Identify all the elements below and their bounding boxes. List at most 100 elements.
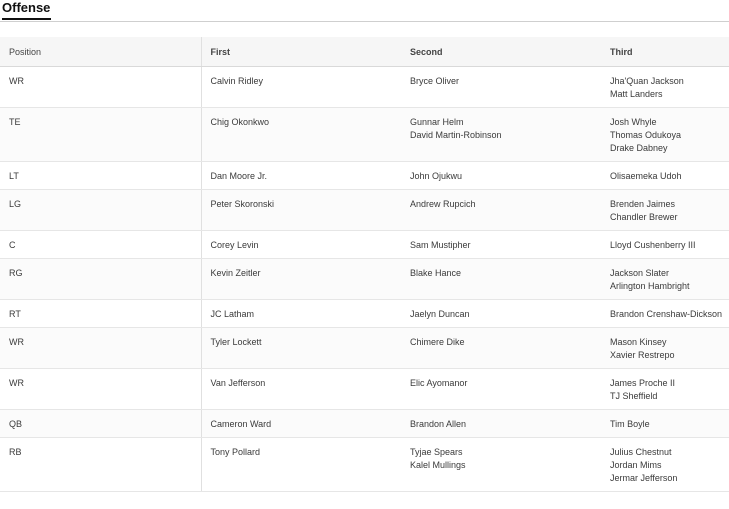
player-name: James Proche II [610, 378, 676, 388]
player-name: Chimere Dike [410, 337, 465, 347]
player-name: Julius Chestnut [610, 447, 672, 457]
third-string-cell: Josh Whyle Thomas Odukoya Drake Dabney [601, 107, 729, 162]
column-header-first: First [201, 37, 401, 67]
player-name: Chandler Brewer [610, 212, 678, 222]
table-row: WR Van Jefferson Elic Ayomanor James Proche… [0, 368, 729, 410]
table-row: LG Peter Skoronski Andrew Rupcich Brenden J… [0, 189, 729, 231]
position-cell: QB [0, 409, 202, 438]
column-header-second: Second [401, 37, 601, 67]
first-string-cell: Cameron Ward [201, 409, 401, 438]
third-string-cell: Jackson Slater Arlington Hambright [601, 258, 729, 300]
player-name: Brenden Jaimes [610, 199, 676, 209]
section-header: Offense [0, 0, 729, 22]
player-name: Josh Whyle [610, 117, 657, 127]
first-string-cell: Peter Skoronski [201, 189, 401, 231]
position-cell: TE [0, 107, 202, 162]
third-string-cell: Brenden Jaimes Chandler Brewer [601, 189, 729, 231]
player-name: Blake Hance [410, 268, 462, 278]
player-name: Arlington Hambright [610, 281, 690, 291]
player-name: Xavier Restrepo [610, 350, 675, 360]
player-name: Elic Ayomanor [410, 378, 468, 388]
position-cell: WR [0, 66, 202, 108]
player-name: Calvin Ridley [210, 76, 264, 86]
third-string-cell: Lloyd Cushenberry III [601, 230, 729, 259]
first-string-cell: Corey Levin [201, 230, 401, 259]
table-header-row: Position First Second Third [0, 37, 729, 67]
table-row: C Corey Levin Sam Mustipher Lloyd Cushenber… [0, 230, 729, 259]
second-string-cell: Brandon Allen [401, 409, 601, 438]
position-cell: RG [0, 258, 202, 300]
player-name: Chig Okonkwo [210, 117, 270, 127]
player-name: Drake Dabney [610, 143, 668, 153]
player-name: Tyjae Spears [410, 447, 463, 457]
second-string-cell: Elic Ayomanor [401, 368, 601, 410]
player-name: Bryce Oliver [410, 76, 460, 86]
player-name: Mason Kinsey [610, 337, 667, 347]
table-row: WR Tyler Lockett Chimere Dike Mason Kinsey X… [0, 327, 729, 369]
third-string-cell: Brandon Crenshaw-Dickson [601, 299, 729, 328]
player-name: Van Jefferson [210, 378, 266, 388]
third-string-cell: Julius Chestnut Jordan Mims Jermar Jeffers… [601, 437, 729, 492]
player-name: John Ojukwu [410, 171, 463, 181]
player-name: Peter Skoronski [210, 199, 275, 209]
player-name: Jermar Jefferson [610, 473, 678, 483]
section-title: Offense [2, 0, 52, 20]
first-string-cell: Kevin Zeitler [201, 258, 401, 300]
position-cell: LT [0, 161, 202, 190]
table-row: WR Calvin Ridley Bryce Oliver Jha'Quan Jack… [0, 66, 729, 108]
player-name: Jaelyn Duncan [410, 309, 470, 319]
second-string-cell: Bryce Oliver [401, 66, 601, 108]
column-header-third: Third [601, 37, 729, 67]
player-name: Jackson Slater [610, 268, 670, 278]
player-name: Matt Landers [610, 89, 663, 99]
player-name: Kalel Mullings [410, 460, 466, 470]
depth-chart-table: Position First Second Third WR Calvin Rid… [0, 37, 729, 492]
third-string-cell: Mason Kinsey Xavier Restrepo [601, 327, 729, 369]
table-row: QB Cameron Ward Brandon Allen Tim Boyle [0, 409, 729, 438]
second-string-cell: John Ojukwu [401, 161, 601, 190]
position-cell: LG [0, 189, 202, 231]
second-string-cell: Sam Mustipher [401, 230, 601, 259]
player-name: Brandon Allen [410, 419, 467, 429]
second-string-cell: Andrew Rupcich [401, 189, 601, 231]
player-name: Cameron Ward [210, 419, 272, 429]
position-cell: WR [0, 327, 202, 369]
player-name: David Martin-Robinson [410, 130, 502, 140]
table-row: LT Dan Moore Jr. John Ojukwu Olisaemeka Udo… [0, 161, 729, 190]
second-string-cell: Gunnar Helm David Martin-Robinson [401, 107, 601, 162]
first-string-cell: JC Latham [201, 299, 401, 328]
table-row: RB Tony Pollard Tyjae Spears Kalel Mullings… [0, 437, 729, 492]
player-name: Gunnar Helm [410, 117, 464, 127]
player-name: Kevin Zeitler [210, 268, 261, 278]
player-name: JC Latham [210, 309, 255, 319]
third-string-cell: James Proche II TJ Sheffield [601, 368, 729, 410]
first-string-cell: Van Jefferson [201, 368, 401, 410]
table-row: RT JC Latham Jaelyn Duncan Brandon Crenshaw… [0, 299, 729, 328]
position-cell: WR [0, 368, 202, 410]
position-cell: C [0, 230, 202, 259]
player-name: Thomas Odukoya [610, 130, 682, 140]
third-string-cell: Tim Boyle [601, 409, 729, 438]
second-string-cell: Blake Hance [401, 258, 601, 300]
player-name: Lloyd Cushenberry III [610, 240, 696, 250]
table-body: WR Calvin Ridley Bryce Oliver Jha'Quan Jack… [0, 66, 729, 492]
player-name: Dan Moore Jr. [210, 171, 268, 181]
second-string-cell: Tyjae Spears Kalel Mullings [401, 437, 601, 492]
column-header-position: Position [0, 37, 202, 67]
first-string-cell: Chig Okonkwo [201, 107, 401, 162]
player-name: Jha'Quan Jackson [610, 76, 684, 86]
player-name: Jordan Mims [610, 460, 662, 470]
player-name: Brandon Crenshaw-Dickson [610, 309, 723, 319]
first-string-cell: Tyler Lockett [201, 327, 401, 369]
player-name: TJ Sheffield [610, 391, 658, 401]
second-string-cell: Jaelyn Duncan [401, 299, 601, 328]
table-row: RG Kevin Zeitler Blake Hance Jackson Slater… [0, 258, 729, 300]
position-cell: RB [0, 437, 202, 492]
first-string-cell: Dan Moore Jr. [201, 161, 401, 190]
player-name: Olisaemeka Udoh [610, 171, 682, 181]
player-name: Tyler Lockett [210, 337, 262, 347]
player-name: Tony Pollard [210, 447, 261, 457]
player-name: Corey Levin [210, 240, 259, 250]
third-string-cell: Olisaemeka Udoh [601, 161, 729, 190]
player-name: Andrew Rupcich [410, 199, 476, 209]
